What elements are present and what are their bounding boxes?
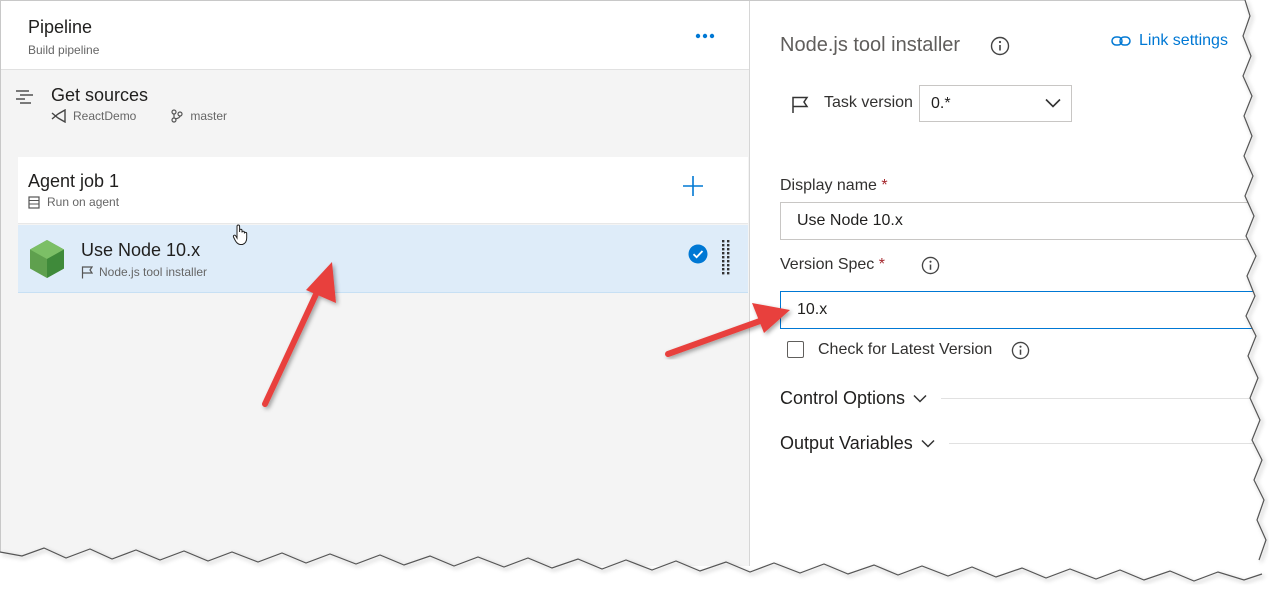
link-settings-button[interactable]: Link settings	[1111, 32, 1228, 50]
chevron-down-icon	[1045, 98, 1061, 108]
section-divider	[948, 442, 1263, 444]
chevron-down-icon	[921, 439, 935, 448]
sources-list-icon	[16, 90, 33, 104]
branch-name: master	[190, 109, 228, 123]
info-icon[interactable]	[990, 36, 1010, 56]
agent-job-item[interactable]: Agent job 1 Run on agent	[18, 157, 748, 224]
hand-cursor-icon	[232, 224, 248, 245]
get-sources-item[interactable]	[1, 71, 749, 141]
control-options-section[interactable]: Control Options	[780, 386, 1263, 410]
task-title: Use Node 10.x	[81, 240, 201, 260]
display-name-label: Display name *	[780, 177, 888, 195]
repo-name: ReactDemo	[73, 109, 137, 123]
pipeline-subtitle: Build pipeline	[28, 43, 100, 57]
required-marker: *	[881, 177, 888, 194]
flag-icon	[81, 265, 93, 278]
check-latest-checkbox[interactable]	[787, 341, 804, 358]
task-details-pane: Node.js tool installer Link settings Tas…	[750, 1, 1263, 566]
more-actions-button[interactable]	[695, 23, 715, 43]
visual-studio-icon	[51, 109, 66, 123]
agent-job-subtitle-text: Run on agent	[47, 195, 120, 209]
link-settings-label: Link settings	[1139, 32, 1228, 49]
check-latest-label: Check for Latest Version	[818, 341, 993, 358]
enabled-check-icon	[688, 244, 708, 264]
output-variables-section[interactable]: Output Variables	[780, 431, 1263, 455]
sources-meta: ReactDemo master	[51, 109, 261, 123]
repo-info: ReactDemo	[51, 109, 136, 123]
nodejs-icon	[30, 240, 64, 278]
task-version-select[interactable]: 0.*	[919, 85, 1072, 122]
link-icon	[1111, 36, 1131, 46]
flag-icon	[792, 96, 809, 113]
drag-handle-icon[interactable]	[722, 240, 730, 276]
branch-info: master	[170, 109, 227, 123]
required-marker: *	[878, 256, 885, 273]
display-name-label-text: Display name	[780, 177, 877, 194]
get-sources-title: Get sources	[51, 85, 149, 105]
panel-title: Node.js tool installer	[780, 34, 961, 56]
plus-icon	[683, 176, 703, 196]
pipeline-header: Pipeline Build pipeline	[1, 1, 749, 70]
section-divider	[941, 397, 1263, 399]
server-icon	[28, 195, 40, 209]
task-version-value: 0.*	[931, 95, 951, 112]
agent-job-subtitle: Run on agent	[28, 195, 119, 209]
add-task-button[interactable]	[682, 175, 704, 201]
info-icon[interactable]	[921, 256, 940, 275]
pipeline-tree-pane: Pipeline Build pipeline Get sources Reac…	[1, 1, 750, 566]
version-spec-input[interactable]: 10.x	[780, 291, 1263, 329]
task-item-use-node[interactable]: Use Node 10.x Node.js tool installer	[18, 225, 748, 293]
task-version-label: Task version	[824, 94, 913, 111]
version-spec-label: Version Spec *	[780, 256, 885, 274]
output-variables-title: Output Variables	[780, 432, 913, 453]
screenshot-frame: Pipeline Build pipeline Get sources Reac…	[0, 0, 1263, 566]
chevron-down-icon	[913, 394, 927, 403]
task-subtitle-text: Node.js tool installer	[99, 265, 208, 279]
display-name-input[interactable]: Use Node 10.x	[780, 202, 1263, 240]
version-spec-label-text: Version Spec	[780, 256, 875, 273]
task-subtitle: Node.js tool installer	[81, 265, 207, 279]
pipeline-title: Pipeline	[28, 17, 93, 37]
control-options-title: Control Options	[780, 387, 906, 408]
branch-icon	[171, 109, 183, 123]
info-icon[interactable]	[1011, 341, 1030, 360]
ellipsis-icon	[695, 33, 715, 39]
agent-job-title: Agent job 1	[28, 171, 120, 191]
